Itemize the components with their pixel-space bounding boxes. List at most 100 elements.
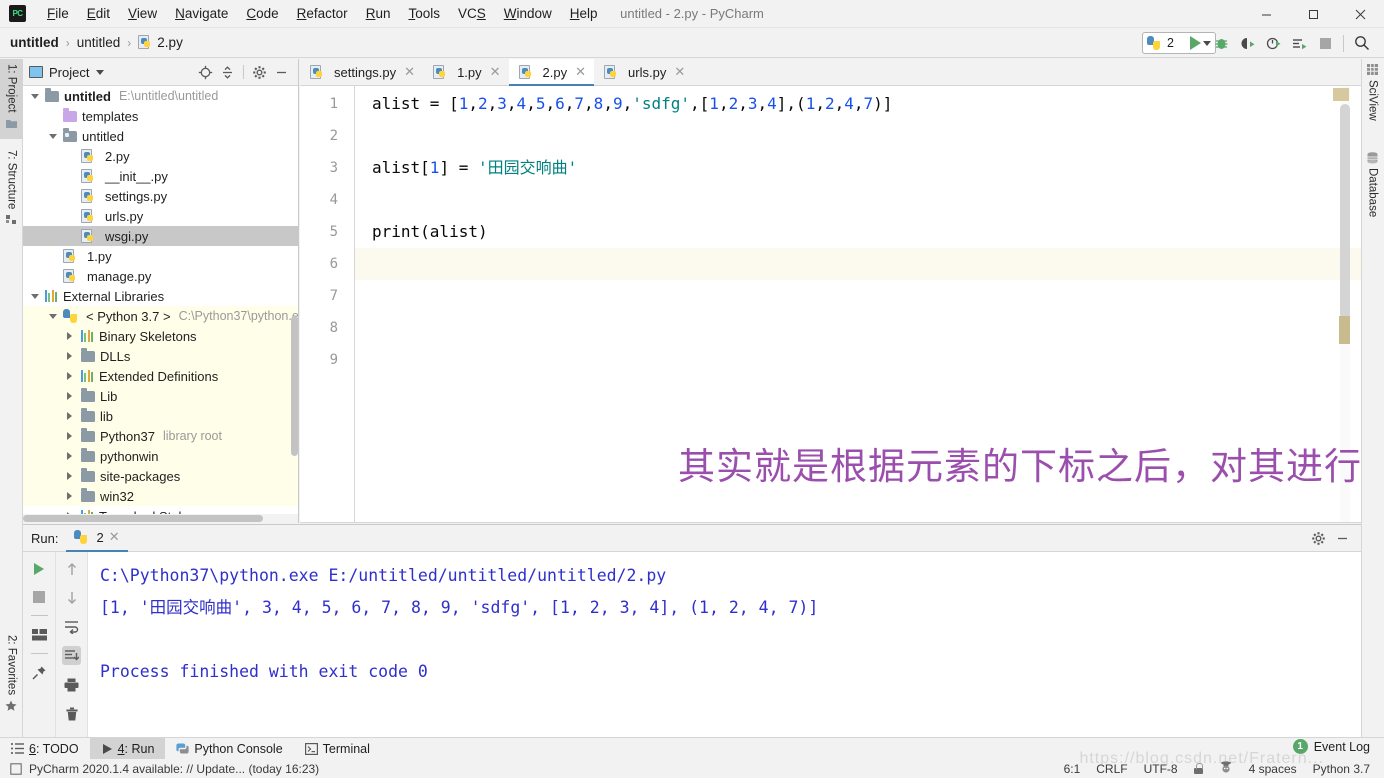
chevron-right-icon[interactable] bbox=[67, 472, 81, 480]
tree-item[interactable]: Lib bbox=[23, 386, 298, 406]
debug-button[interactable] bbox=[1209, 31, 1233, 55]
pin-icon[interactable] bbox=[30, 663, 49, 682]
run-with-coverage-button[interactable] bbox=[1235, 31, 1259, 55]
sidebar-item-sciview[interactable]: SciView bbox=[1361, 59, 1384, 139]
bottom-tab-terminal[interactable]: Terminal bbox=[294, 738, 381, 760]
line-separator[interactable]: CRLF bbox=[1096, 762, 1127, 776]
locate-icon[interactable] bbox=[195, 62, 216, 83]
tree-item[interactable]: templates bbox=[23, 106, 298, 126]
menu-item-refactor[interactable]: Refactor bbox=[288, 3, 357, 24]
tree-item[interactable]: External Libraries bbox=[23, 286, 298, 306]
profile-button[interactable] bbox=[1261, 31, 1285, 55]
rerun-icon[interactable] bbox=[30, 559, 49, 578]
scroll-down-icon[interactable] bbox=[62, 588, 81, 607]
trash-icon[interactable] bbox=[62, 704, 81, 723]
tree-item[interactable]: 1.py bbox=[23, 246, 298, 266]
tree-item[interactable]: pythonwin bbox=[23, 446, 298, 466]
close-icon[interactable]: ✕ bbox=[404, 64, 415, 80]
code-line[interactable]: print(alist) bbox=[372, 216, 488, 248]
editor-marker-middle[interactable] bbox=[1339, 316, 1350, 344]
sidebar-item-database[interactable]: Database bbox=[1361, 147, 1384, 242]
close-icon[interactable]: ✕ bbox=[109, 529, 120, 545]
close-button[interactable] bbox=[1337, 0, 1384, 28]
tree-vertical-scrollbar[interactable] bbox=[291, 316, 298, 456]
editor-tab-urls-py[interactable]: urls.py ✕ bbox=[594, 59, 693, 85]
tree-item[interactable]: untitled E:\untitled\untitled bbox=[23, 86, 298, 106]
settings-gear-icon[interactable] bbox=[249, 62, 270, 83]
close-icon[interactable]: ✕ bbox=[674, 64, 685, 80]
chevron-right-icon[interactable] bbox=[67, 452, 81, 460]
tree-item[interactable]: lib bbox=[23, 406, 298, 426]
breadcrumb-project[interactable]: untitled bbox=[10, 35, 59, 50]
chevron-down-icon[interactable] bbox=[31, 93, 45, 99]
run-with-console-button[interactable] bbox=[1287, 31, 1311, 55]
collapse-all-icon[interactable] bbox=[217, 62, 238, 83]
chevron-down-icon[interactable] bbox=[49, 133, 63, 139]
bottom-tab-python-console[interactable]: Python Console bbox=[165, 738, 293, 760]
menu-item-edit[interactable]: Edit bbox=[78, 3, 119, 24]
menu-item-file[interactable]: File bbox=[38, 3, 78, 24]
scroll-up-icon[interactable] bbox=[62, 559, 81, 578]
close-icon[interactable]: ✕ bbox=[490, 64, 501, 80]
console-output[interactable]: C:\Python37\python.exe E:/untitled/untit… bbox=[88, 552, 1361, 740]
menu-item-tools[interactable]: Tools bbox=[399, 3, 449, 24]
tree-item[interactable]: manage.py bbox=[23, 266, 298, 286]
breadcrumb-file[interactable]: 2.py bbox=[157, 35, 183, 50]
stop-icon[interactable] bbox=[30, 587, 49, 606]
python-interpreter[interactable]: Python 3.7 bbox=[1313, 762, 1370, 776]
tree-item[interactable]: settings.py bbox=[23, 186, 298, 206]
minimize-button[interactable] bbox=[1243, 0, 1290, 28]
caret-position[interactable]: 6:1 bbox=[1064, 762, 1081, 776]
editor-scrollbar-thumb[interactable] bbox=[1340, 104, 1350, 319]
hide-panel-icon[interactable] bbox=[1332, 528, 1353, 549]
chevron-right-icon[interactable] bbox=[67, 412, 81, 420]
tree-item[interactable]: Python37 library root bbox=[23, 426, 298, 446]
lock-icon[interactable] bbox=[1193, 763, 1203, 774]
breadcrumb-folder[interactable]: untitled bbox=[77, 35, 121, 50]
indent-setting[interactable]: 4 spaces bbox=[1249, 762, 1297, 776]
menu-item-help[interactable]: Help bbox=[561, 3, 607, 24]
run-button[interactable] bbox=[1183, 31, 1207, 55]
tree-item[interactable]: site-packages bbox=[23, 466, 298, 486]
editor-tab-settings-py[interactable]: settings.py ✕ bbox=[300, 59, 423, 85]
chevron-right-icon[interactable] bbox=[67, 392, 81, 400]
editor-tab-1-py[interactable]: 1.py ✕ bbox=[423, 59, 508, 85]
soft-wrap-icon[interactable] bbox=[62, 617, 81, 636]
menu-item-view[interactable]: View bbox=[119, 3, 166, 24]
menu-item-run[interactable]: Run bbox=[357, 3, 400, 24]
layout-icon[interactable] bbox=[30, 625, 49, 644]
chevron-right-icon[interactable] bbox=[67, 492, 81, 500]
event-log-button[interactable]: 1 Event Log bbox=[1292, 739, 1370, 754]
editor-marker-top[interactable] bbox=[1333, 88, 1349, 101]
tree-horizontal-scrollbar[interactable] bbox=[23, 514, 298, 523]
status-message-area[interactable]: PyCharm 2020.1.4 available: // Update...… bbox=[0, 762, 319, 776]
tree-item[interactable]: Extended Definitions bbox=[23, 366, 298, 386]
code-line[interactable]: alist[1] = '田园交响曲' bbox=[372, 152, 577, 184]
tree-item[interactable]: DLLs bbox=[23, 346, 298, 366]
tree-item[interactable]: __init__.py bbox=[23, 166, 298, 186]
chevron-right-icon[interactable] bbox=[67, 332, 81, 340]
bottom-tab-4-run[interactable]: 4: Run bbox=[89, 737, 166, 760]
menu-item-code[interactable]: Code bbox=[237, 3, 287, 24]
menu-item-window[interactable]: Window bbox=[495, 3, 561, 24]
code-line[interactable]: alist = [1,2,3,4,5,6,7,8,9,'sdfg',[1,2,3… bbox=[372, 88, 892, 120]
file-encoding[interactable]: UTF-8 bbox=[1144, 762, 1178, 776]
bottom-tab-6-todo[interactable]: 6: TODO bbox=[0, 738, 90, 760]
sidebar-item-favorites[interactable]: 2: Favorites bbox=[0, 630, 23, 735]
maximize-button[interactable] bbox=[1290, 0, 1337, 28]
project-tree[interactable]: untitled E:\untitled\untitled templates unt… bbox=[23, 86, 298, 523]
code-editor[interactable]: 123456789 其实就是根据元素的下标之后，对其进行重新赋值 alist =… bbox=[300, 86, 1361, 523]
chevron-right-icon[interactable] bbox=[67, 432, 81, 440]
sidebar-item-project[interactable]: 1: Project bbox=[0, 59, 23, 139]
hide-panel-icon[interactable] bbox=[271, 62, 292, 83]
menu-item-vcs[interactable]: VCS bbox=[449, 3, 495, 24]
tree-item[interactable]: urls.py bbox=[23, 206, 298, 226]
stop-button[interactable] bbox=[1313, 31, 1337, 55]
tree-item[interactable]: wsgi.py bbox=[23, 226, 298, 246]
search-everywhere-icon[interactable] bbox=[1350, 31, 1374, 55]
tree-item[interactable]: win32 bbox=[23, 486, 298, 506]
chevron-down-icon[interactable] bbox=[31, 293, 45, 299]
editor-tab-2-py[interactable]: 2.py ✕ bbox=[508, 59, 595, 86]
menu-item-navigate[interactable]: Navigate bbox=[166, 3, 237, 24]
chevron-down-icon[interactable] bbox=[96, 69, 105, 75]
